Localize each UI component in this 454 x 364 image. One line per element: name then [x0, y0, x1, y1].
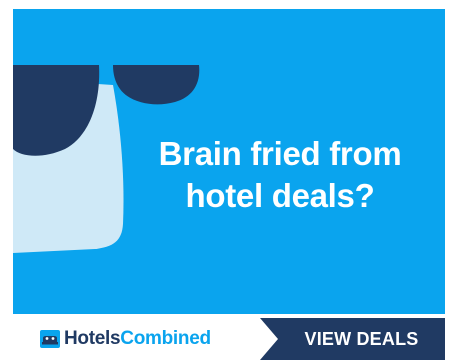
brand-name-hotels: Hotels — [64, 328, 121, 349]
brand-name-combined: Combined — [120, 328, 211, 349]
headline-line-1: Brain fried from — [158, 135, 402, 172]
hotelscombined-logo[interactable]: HotelsCombined — [40, 328, 211, 350]
ad-banner[interactable]: Brain fried from hotel deals? HotelsComb… — [0, 0, 454, 364]
ad-hero[interactable]: Brain fried from hotel deals? — [13, 9, 445, 314]
hotelscombined-logo-icon — [40, 330, 60, 348]
view-deals-label: VIEW DEALS — [304, 329, 419, 349]
ad-headline: Brain fried from hotel deals? — [135, 133, 425, 217]
headline-line-2: hotel deals? — [185, 177, 375, 214]
view-deals-button[interactable]: VIEW DEALS — [260, 318, 445, 360]
sunglasses-right-lens — [113, 65, 200, 105]
ad-footer: HotelsCombined VIEW DEALS — [13, 314, 445, 364]
